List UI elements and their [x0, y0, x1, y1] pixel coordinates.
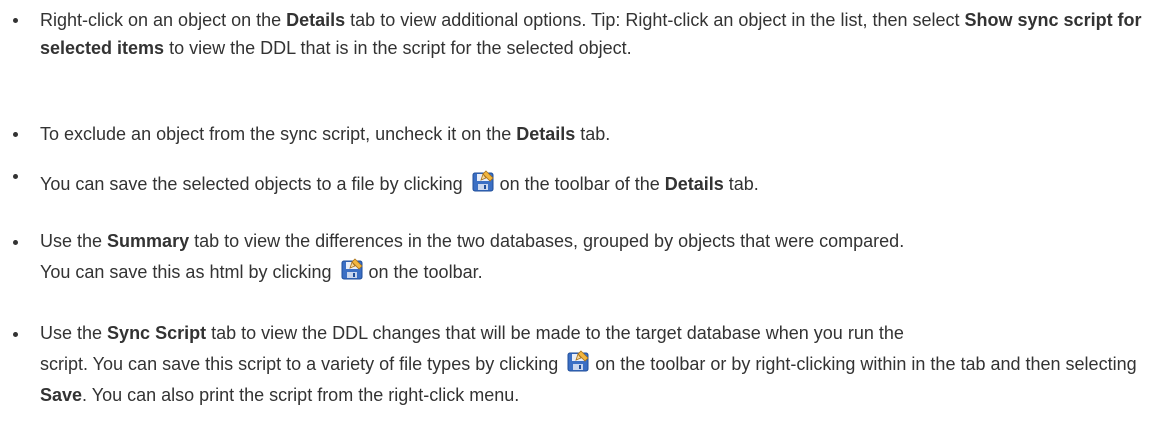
- bullet-dot: [13, 18, 18, 23]
- text: Use the: [40, 323, 108, 343]
- text: tab to view the differences in the two d…: [189, 231, 905, 251]
- text: Use the: [40, 231, 108, 251]
- document: Right-click on an object on the Details …: [0, 0, 1175, 436]
- text: tab.: [723, 174, 759, 194]
- list-item: You can save the selected objects to a f…: [13, 170, 1155, 198]
- bold-term: Details: [516, 124, 576, 144]
- bullet-dot: [13, 240, 18, 245]
- bold-term: Details: [664, 174, 724, 194]
- text: script. You can save this script to a va…: [40, 354, 559, 374]
- bullet-dot: [13, 332, 18, 337]
- bullet-dot: [13, 132, 18, 137]
- save-icon: [472, 170, 494, 192]
- text: on the toolbar of the: [499, 174, 665, 194]
- bold-term: Details: [286, 10, 346, 30]
- text: tab.: [575, 124, 611, 144]
- bold-term: Sync Script: [107, 323, 207, 343]
- text: on the toolbar.: [368, 262, 483, 282]
- text: tab to view the DDL changes that will be…: [206, 323, 904, 343]
- bullet-dot: [13, 174, 18, 179]
- save-icon: [567, 350, 589, 372]
- text: To exclude an object from the sync scrip…: [40, 124, 517, 144]
- text: . You can also print the script from the…: [82, 385, 520, 405]
- list-item: To exclude an object from the sync scrip…: [13, 120, 1155, 148]
- save-icon: [341, 258, 363, 280]
- text: You can save this as html by clicking: [40, 262, 332, 282]
- list-item: Right-click on an object on the Details …: [13, 6, 1155, 62]
- list-item: Use the Summary tab to view the differen…: [13, 226, 1155, 288]
- bold-term: Save: [40, 385, 83, 405]
- text: tab to view additional options. Tip: Rig…: [345, 10, 965, 30]
- list-item: Use the Sync Script tab to view the DDL …: [13, 318, 1155, 411]
- text: on the toolbar or by right-clicking with…: [595, 354, 1137, 374]
- bold-term: Summary: [107, 231, 190, 251]
- text: Right-click on an object on the: [40, 10, 287, 30]
- text: You can save the selected objects to a f…: [40, 174, 463, 194]
- text: to view the DDL that is in the script fo…: [164, 38, 632, 58]
